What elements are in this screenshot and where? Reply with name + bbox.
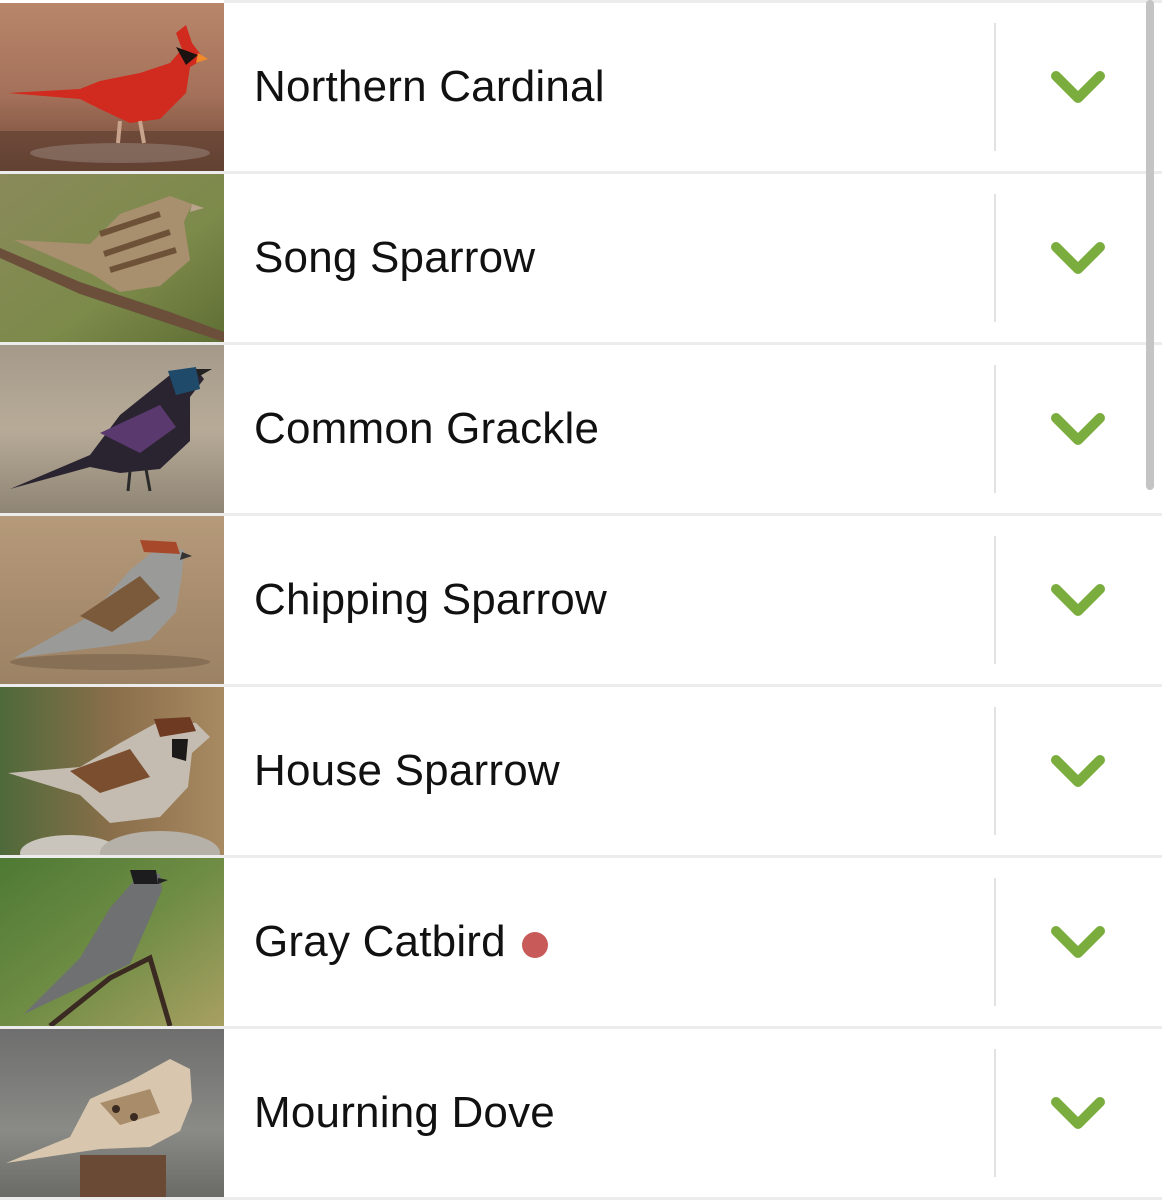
list-item[interactable]: Gray Catbird <box>0 858 1162 1029</box>
bird-name-label: Song Sparrow <box>254 233 536 282</box>
expand-button[interactable] <box>1040 399 1116 459</box>
bird-name: House Sparrow <box>254 687 560 855</box>
row-divider <box>994 365 996 493</box>
list-item[interactable]: Chipping Sparrow <box>0 516 1162 687</box>
chevron-down-icon <box>1051 71 1105 103</box>
scrollbar[interactable] <box>1146 0 1154 490</box>
row-divider <box>994 23 996 151</box>
bird-name: Common Grackle <box>254 345 599 513</box>
list-item[interactable]: Mourning Dove <box>0 1029 1162 1200</box>
chevron-down-icon <box>1051 413 1105 445</box>
bird-name: Northern Cardinal <box>254 3 605 171</box>
row-divider <box>994 707 996 835</box>
row-divider <box>994 194 996 322</box>
bird-name-label: Northern Cardinal <box>254 62 605 111</box>
bird-name-label: Mourning Dove <box>254 1088 555 1137</box>
bird-name: Gray Catbird <box>254 858 548 1026</box>
new-badge-dot <box>521 932 548 958</box>
northern-cardinal-photo <box>0 3 224 171</box>
bird-name: Chipping Sparrow <box>254 516 607 684</box>
expand-button[interactable] <box>1040 1083 1116 1143</box>
expand-button[interactable] <box>1040 57 1116 117</box>
bird-name-label: House Sparrow <box>254 746 560 795</box>
common-grackle-photo <box>0 345 224 513</box>
list-item[interactable]: Song Sparrow <box>0 174 1162 345</box>
expand-button[interactable] <box>1040 912 1116 972</box>
chevron-down-icon <box>1051 242 1105 274</box>
bird-list: Northern Cardinal Song Sparrow Common Gr… <box>0 0 1162 1200</box>
row-divider <box>994 1049 996 1177</box>
list-item[interactable]: House Sparrow <box>0 687 1162 858</box>
chevron-down-icon <box>1051 1097 1105 1129</box>
chevron-down-icon <box>1051 755 1105 787</box>
list-item[interactable]: Northern Cardinal <box>0 3 1162 174</box>
list-item[interactable]: Common Grackle <box>0 345 1162 516</box>
expand-button[interactable] <box>1040 741 1116 801</box>
bird-name-label: Chipping Sparrow <box>254 575 607 624</box>
row-divider <box>994 536 996 664</box>
gray-catbird-photo <box>0 858 224 1026</box>
chevron-down-icon <box>1051 584 1105 616</box>
chipping-sparrow-photo <box>0 516 224 684</box>
song-sparrow-photo <box>0 174 224 342</box>
row-divider <box>994 878 996 1006</box>
bird-name: Mourning Dove <box>254 1029 555 1197</box>
chevron-down-icon <box>1051 926 1105 958</box>
bird-name-label: Gray Catbird <box>254 917 506 966</box>
bird-name: Song Sparrow <box>254 174 535 342</box>
mourning-dove-photo <box>0 1029 224 1197</box>
expand-button[interactable] <box>1040 228 1116 288</box>
expand-button[interactable] <box>1040 570 1116 630</box>
bird-name-label: Common Grackle <box>254 404 600 453</box>
house-sparrow-photo <box>0 687 224 855</box>
